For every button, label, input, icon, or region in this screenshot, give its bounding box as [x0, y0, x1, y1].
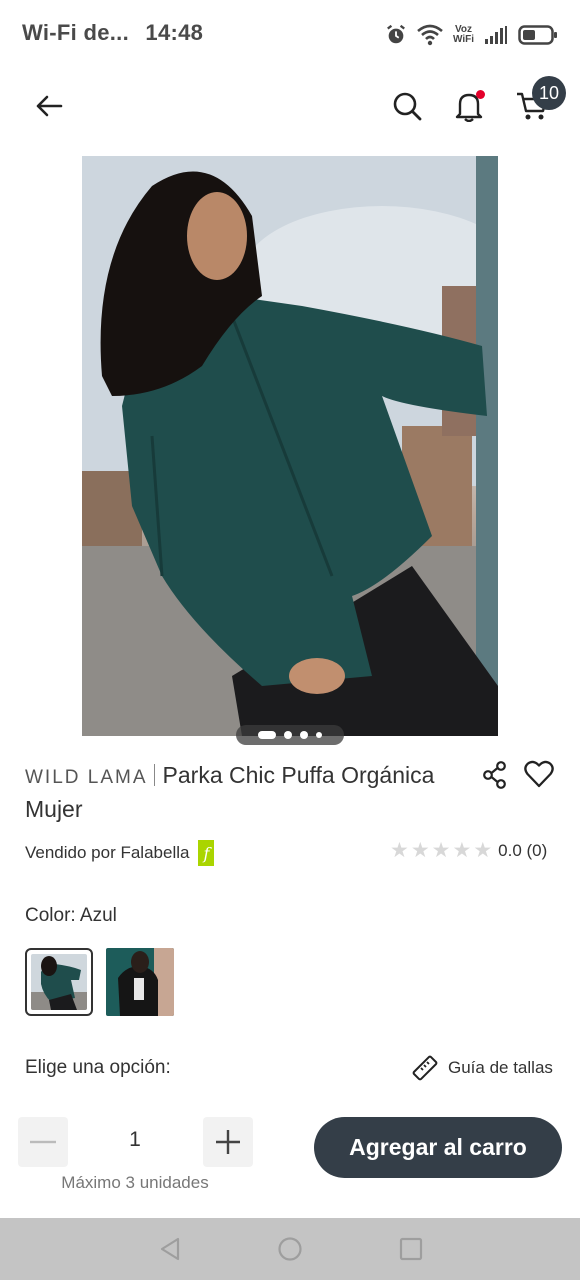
triangle-back-icon	[160, 1237, 180, 1261]
product-title: WILD LAMA Parka Chic Puffa Orgánica Mujer	[25, 760, 465, 828]
signal-icon	[485, 26, 507, 44]
star-icon: ★	[431, 839, 451, 862]
nav-home-button[interactable]	[276, 1235, 304, 1263]
rating[interactable]: ★ ★ ★ ★ ★ 0.0 (0)	[390, 840, 547, 862]
swatch-thumbnail	[31, 954, 87, 1010]
add-to-cart-button[interactable]: Agregar al carro	[314, 1117, 562, 1178]
nav-recents-button[interactable]	[397, 1235, 425, 1263]
product-photo	[82, 156, 498, 736]
quantity-increase-button[interactable]	[203, 1117, 253, 1167]
back-button[interactable]	[27, 84, 71, 128]
rating-stars: ★ ★ ★ ★ ★	[390, 840, 492, 862]
search-button[interactable]	[385, 84, 429, 128]
voz-label-bottom: WiFi	[452, 34, 474, 45]
star-icon: ★	[390, 839, 409, 862]
star-icon: ★	[452, 839, 472, 862]
share-button[interactable]	[482, 760, 512, 790]
nav-back-button[interactable]	[156, 1235, 184, 1263]
wifi-icon	[417, 24, 443, 46]
pager-dot-1[interactable]	[258, 731, 276, 739]
voz-wifi-icon: Voz WiFi	[453, 25, 474, 45]
minus-icon	[30, 1140, 56, 1144]
brand-name[interactable]: WILD LAMA	[25, 767, 148, 788]
swatch-thumbnail	[106, 948, 174, 1016]
status-bar: Wi-Fi de... 14:48 Voz WiFi	[0, 0, 580, 68]
battery-icon	[518, 25, 557, 45]
heart-icon	[524, 760, 554, 788]
star-icon: ★	[473, 839, 493, 862]
quantity-value: 1	[129, 1128, 141, 1151]
seller-text: Vendido por Falabella	[25, 843, 190, 862]
brand-separator	[153, 764, 155, 786]
max-units-note: Máximo 3 unidades	[61, 1173, 209, 1192]
color-swatch-black[interactable]	[106, 948, 174, 1016]
size-guide-link[interactable]: Guía de tallas	[412, 1055, 553, 1081]
status-icons: Voz WiFi	[385, 22, 558, 48]
pager-dot-2[interactable]	[284, 731, 292, 739]
image-pager[interactable]	[236, 725, 344, 745]
size-guide-label: Guía de tallas	[448, 1058, 553, 1077]
seller-info: Vendido por Falabella f	[25, 840, 215, 866]
rating-value: 0.0	[498, 841, 522, 860]
product-image[interactable]	[82, 156, 498, 736]
circle-home-icon	[278, 1237, 302, 1261]
system-nav-bar	[0, 1218, 580, 1280]
clock: 14:48	[145, 20, 204, 45]
falabella-logo: f	[198, 840, 215, 866]
pager-dot-3[interactable]	[300, 731, 308, 739]
pager-dot-4[interactable]	[316, 732, 322, 738]
color-label: Color: Azul	[25, 905, 117, 926]
rating-count: (0)	[526, 841, 548, 860]
notifications-button[interactable]	[447, 84, 491, 128]
notification-dot	[476, 90, 485, 99]
favorite-button[interactable]	[524, 760, 556, 790]
square-recents-icon	[399, 1237, 423, 1261]
color-swatch-green[interactable]	[25, 948, 93, 1016]
cart-count-badge: 10	[532, 76, 566, 110]
alarm-icon	[387, 24, 405, 44]
option-label: Elige una opción:	[25, 1057, 171, 1078]
status-left: Wi-Fi de... 14:48	[22, 20, 203, 46]
quantity-decrease-button[interactable]	[18, 1117, 68, 1167]
plus-icon	[216, 1130, 240, 1154]
search-icon	[393, 92, 422, 121]
app-header: 10	[0, 68, 580, 148]
arrow-left-icon	[36, 95, 63, 117]
carrier-name: Wi-Fi de...	[22, 20, 129, 45]
cart-button[interactable]: 10	[510, 76, 566, 128]
star-icon: ★	[410, 839, 430, 862]
share-icon	[483, 761, 506, 789]
ruler-icon	[412, 1055, 438, 1081]
